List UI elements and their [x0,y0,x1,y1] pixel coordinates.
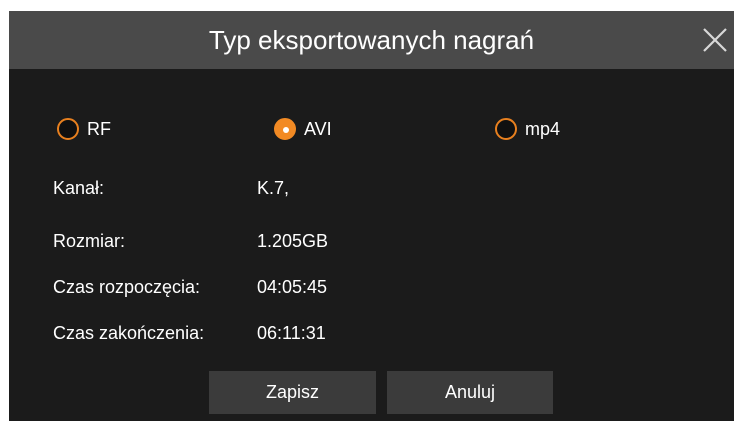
channel-value: K.7, [257,178,290,198]
end-time-value: 06:11:31 [257,323,326,343]
radio-label: mp4 [525,119,561,139]
cancel-button[interactable]: Anuluj [387,371,553,414]
format-radio-avi[interactable]: AVI [274,116,332,142]
size-value: 1.205GB [257,231,329,251]
end-time-label: Czas zakończenia: [53,323,205,343]
export-dialog: Typ eksportowanych nagrań RF AVI mp4 Kan… [9,11,734,421]
radio-indicator [495,118,517,140]
radio-indicator [57,118,79,140]
start-time-value: 04:05:45 [257,277,328,297]
dialog-title: Typ eksportowanych nagrań [208,25,535,55]
size-label: Rozmiar: [53,231,126,251]
radio-indicator [274,118,296,140]
save-button[interactable]: Zapisz [209,371,376,414]
radio-label: RF [87,119,111,139]
channel-label: Kanał: [53,178,105,198]
radio-label: AVI [304,119,332,139]
dialog-titlebar: Typ eksportowanych nagrań [9,11,734,69]
format-radio-mp4[interactable]: mp4 [495,116,560,142]
format-radio-rf[interactable]: RF [57,116,111,142]
start-time-label: Czas rozpoczęcia: [53,277,201,297]
close-icon[interactable] [701,26,729,54]
